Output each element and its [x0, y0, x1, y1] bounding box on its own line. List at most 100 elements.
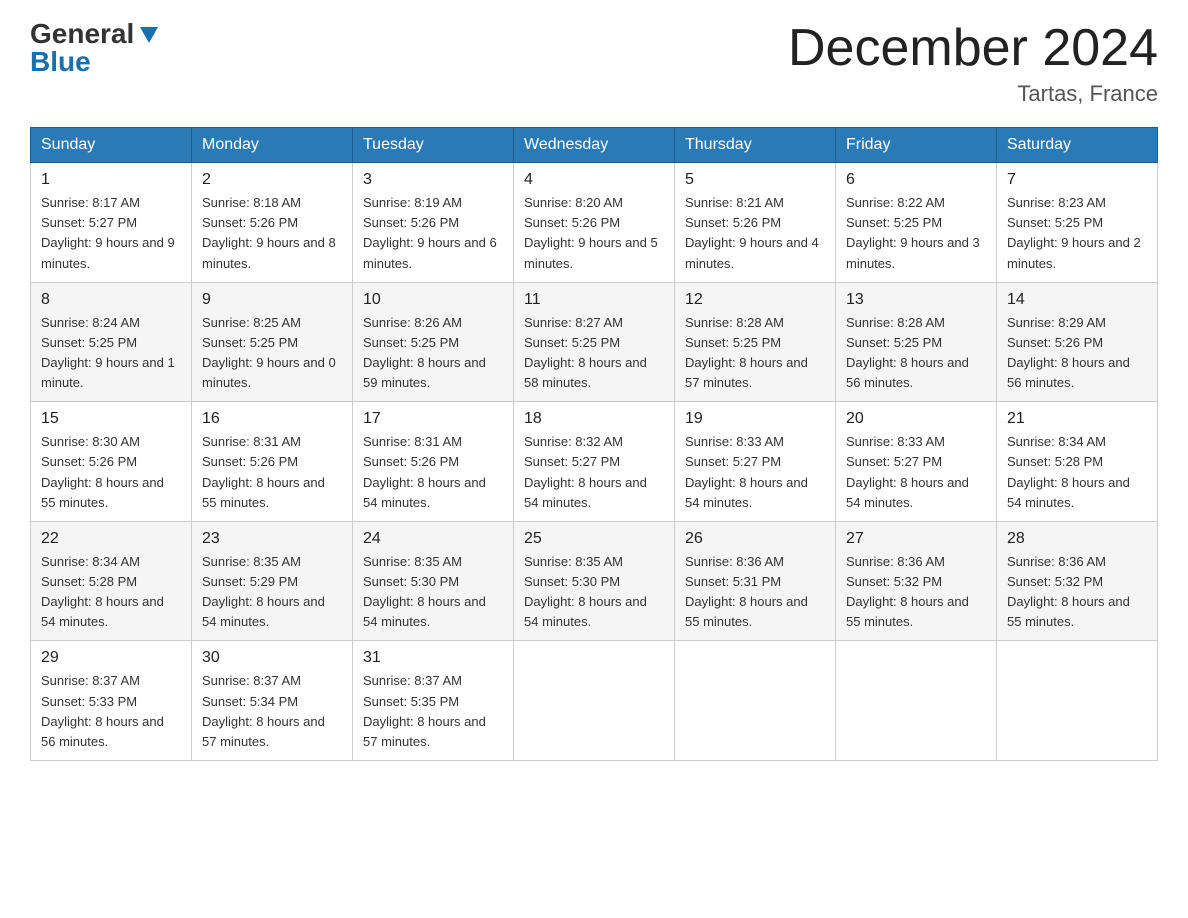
calendar-cell: 1Sunrise: 8:17 AMSunset: 5:27 PMDaylight…: [31, 163, 192, 283]
calendar-week-row: 22Sunrise: 8:34 AMSunset: 5:28 PMDayligh…: [31, 521, 1158, 641]
daylight-text: Daylight: 8 hours and 55 minutes.: [41, 475, 164, 510]
sunrise-text: Sunrise: 8:29 AM: [1007, 315, 1106, 330]
day-info: Sunrise: 8:35 AMSunset: 5:30 PMDaylight:…: [524, 552, 664, 633]
calendar-cell: [836, 641, 997, 761]
daylight-text: Daylight: 8 hours and 57 minutes.: [685, 355, 808, 390]
calendar-cell: 30Sunrise: 8:37 AMSunset: 5:34 PMDayligh…: [192, 641, 353, 761]
daylight-text: Daylight: 8 hours and 54 minutes.: [524, 475, 647, 510]
calendar-cell: 14Sunrise: 8:29 AMSunset: 5:26 PMDayligh…: [997, 282, 1158, 402]
sunset-text: Sunset: 5:25 PM: [1007, 215, 1103, 230]
day-info: Sunrise: 8:34 AMSunset: 5:28 PMDaylight:…: [41, 552, 181, 633]
day-info: Sunrise: 8:36 AMSunset: 5:32 PMDaylight:…: [846, 552, 986, 633]
sunrise-text: Sunrise: 8:19 AM: [363, 195, 462, 210]
calendar-week-row: 15Sunrise: 8:30 AMSunset: 5:26 PMDayligh…: [31, 402, 1158, 522]
day-info: Sunrise: 8:33 AMSunset: 5:27 PMDaylight:…: [846, 432, 986, 513]
day-number: 3: [363, 171, 503, 189]
sunset-text: Sunset: 5:25 PM: [524, 335, 620, 350]
day-info: Sunrise: 8:31 AMSunset: 5:26 PMDaylight:…: [363, 432, 503, 513]
calendar-cell: 26Sunrise: 8:36 AMSunset: 5:31 PMDayligh…: [675, 521, 836, 641]
daylight-text: Daylight: 9 hours and 5 minutes.: [524, 235, 658, 270]
calendar-cell: 9Sunrise: 8:25 AMSunset: 5:25 PMDaylight…: [192, 282, 353, 402]
daylight-text: Daylight: 8 hours and 54 minutes.: [41, 594, 164, 629]
sunrise-text: Sunrise: 8:36 AM: [685, 554, 784, 569]
sunset-text: Sunset: 5:32 PM: [846, 574, 942, 589]
day-number: 30: [202, 649, 342, 667]
daylight-text: Daylight: 9 hours and 0 minutes.: [202, 355, 336, 390]
sunrise-text: Sunrise: 8:37 AM: [202, 673, 301, 688]
day-number: 21: [1007, 410, 1147, 428]
day-number: 28: [1007, 530, 1147, 548]
sunset-text: Sunset: 5:27 PM: [41, 215, 137, 230]
daylight-text: Daylight: 9 hours and 4 minutes.: [685, 235, 819, 270]
day-number: 27: [846, 530, 986, 548]
sunrise-text: Sunrise: 8:28 AM: [685, 315, 784, 330]
day-info: Sunrise: 8:24 AMSunset: 5:25 PMDaylight:…: [41, 313, 181, 394]
day-number: 2: [202, 171, 342, 189]
location-label: Tartas, France: [788, 81, 1158, 107]
daylight-text: Daylight: 8 hours and 54 minutes.: [363, 475, 486, 510]
day-number: 1: [41, 171, 181, 189]
calendar-cell: [997, 641, 1158, 761]
sunset-text: Sunset: 5:35 PM: [363, 694, 459, 709]
col-tuesday: Tuesday: [353, 128, 514, 163]
sunrise-text: Sunrise: 8:32 AM: [524, 434, 623, 449]
sunset-text: Sunset: 5:31 PM: [685, 574, 781, 589]
title-section: December 2024 Tartas, France: [788, 20, 1158, 107]
calendar-cell: 15Sunrise: 8:30 AMSunset: 5:26 PMDayligh…: [31, 402, 192, 522]
sunrise-text: Sunrise: 8:24 AM: [41, 315, 140, 330]
col-wednesday: Wednesday: [514, 128, 675, 163]
day-info: Sunrise: 8:35 AMSunset: 5:30 PMDaylight:…: [363, 552, 503, 633]
daylight-text: Daylight: 8 hours and 59 minutes.: [363, 355, 486, 390]
day-number: 5: [685, 171, 825, 189]
sunset-text: Sunset: 5:27 PM: [685, 454, 781, 469]
daylight-text: Daylight: 8 hours and 54 minutes.: [524, 594, 647, 629]
calendar-cell: 2Sunrise: 8:18 AMSunset: 5:26 PMDaylight…: [192, 163, 353, 283]
day-info: Sunrise: 8:19 AMSunset: 5:26 PMDaylight:…: [363, 193, 503, 274]
day-number: 11: [524, 291, 664, 309]
day-info: Sunrise: 8:37 AMSunset: 5:35 PMDaylight:…: [363, 671, 503, 752]
sunrise-text: Sunrise: 8:25 AM: [202, 315, 301, 330]
sunrise-text: Sunrise: 8:17 AM: [41, 195, 140, 210]
day-info: Sunrise: 8:33 AMSunset: 5:27 PMDaylight:…: [685, 432, 825, 513]
calendar-header: Sunday Monday Tuesday Wednesday Thursday…: [31, 128, 1158, 163]
calendar-cell: 10Sunrise: 8:26 AMSunset: 5:25 PMDayligh…: [353, 282, 514, 402]
header-row: Sunday Monday Tuesday Wednesday Thursday…: [31, 128, 1158, 163]
calendar-cell: 7Sunrise: 8:23 AMSunset: 5:25 PMDaylight…: [997, 163, 1158, 283]
daylight-text: Daylight: 9 hours and 3 minutes.: [846, 235, 980, 270]
day-number: 14: [1007, 291, 1147, 309]
logo: General Blue: [30, 20, 160, 76]
calendar-cell: 5Sunrise: 8:21 AMSunset: 5:26 PMDaylight…: [675, 163, 836, 283]
calendar-cell: 20Sunrise: 8:33 AMSunset: 5:27 PMDayligh…: [836, 402, 997, 522]
calendar-cell: 23Sunrise: 8:35 AMSunset: 5:29 PMDayligh…: [192, 521, 353, 641]
sunset-text: Sunset: 5:26 PM: [363, 215, 459, 230]
sunset-text: Sunset: 5:26 PM: [363, 454, 459, 469]
sunrise-text: Sunrise: 8:31 AM: [202, 434, 301, 449]
sunset-text: Sunset: 5:25 PM: [685, 335, 781, 350]
day-number: 25: [524, 530, 664, 548]
daylight-text: Daylight: 8 hours and 56 minutes.: [1007, 355, 1130, 390]
col-thursday: Thursday: [675, 128, 836, 163]
calendar-cell: 16Sunrise: 8:31 AMSunset: 5:26 PMDayligh…: [192, 402, 353, 522]
calendar-cell: [675, 641, 836, 761]
day-info: Sunrise: 8:31 AMSunset: 5:26 PMDaylight:…: [202, 432, 342, 513]
day-info: Sunrise: 8:28 AM Sunset: 5:25 PM Daylight:…: [685, 313, 825, 394]
calendar-cell: 22Sunrise: 8:34 AMSunset: 5:28 PMDayligh…: [31, 521, 192, 641]
calendar-week-row: 29Sunrise: 8:37 AMSunset: 5:33 PMDayligh…: [31, 641, 1158, 761]
day-number: 24: [363, 530, 503, 548]
month-title: December 2024: [788, 20, 1158, 77]
sunrise-text: Sunrise: 8:22 AM: [846, 195, 945, 210]
sunset-text: Sunset: 5:27 PM: [524, 454, 620, 469]
daylight-text: Daylight: 8 hours and 55 minutes.: [1007, 594, 1130, 629]
calendar-cell: 8Sunrise: 8:24 AMSunset: 5:25 PMDaylight…: [31, 282, 192, 402]
day-number: 6: [846, 171, 986, 189]
day-info: Sunrise: 8:36 AMSunset: 5:31 PMDaylight:…: [685, 552, 825, 633]
daylight-text: Daylight: 8 hours and 57 minutes.: [363, 714, 486, 749]
day-info: Sunrise: 8:25 AMSunset: 5:25 PMDaylight:…: [202, 313, 342, 394]
calendar-cell: 19Sunrise: 8:33 AMSunset: 5:27 PMDayligh…: [675, 402, 836, 522]
sunrise-text: Sunrise: 8:35 AM: [524, 554, 623, 569]
daylight-text: Daylight: 8 hours and 56 minutes.: [41, 714, 164, 749]
sunrise-text: Sunrise: 8:34 AM: [41, 554, 140, 569]
col-friday: Friday: [836, 128, 997, 163]
calendar-cell: 6Sunrise: 8:22 AMSunset: 5:25 PMDaylight…: [836, 163, 997, 283]
calendar-cell: 11Sunrise: 8:27 AMSunset: 5:25 PMDayligh…: [514, 282, 675, 402]
